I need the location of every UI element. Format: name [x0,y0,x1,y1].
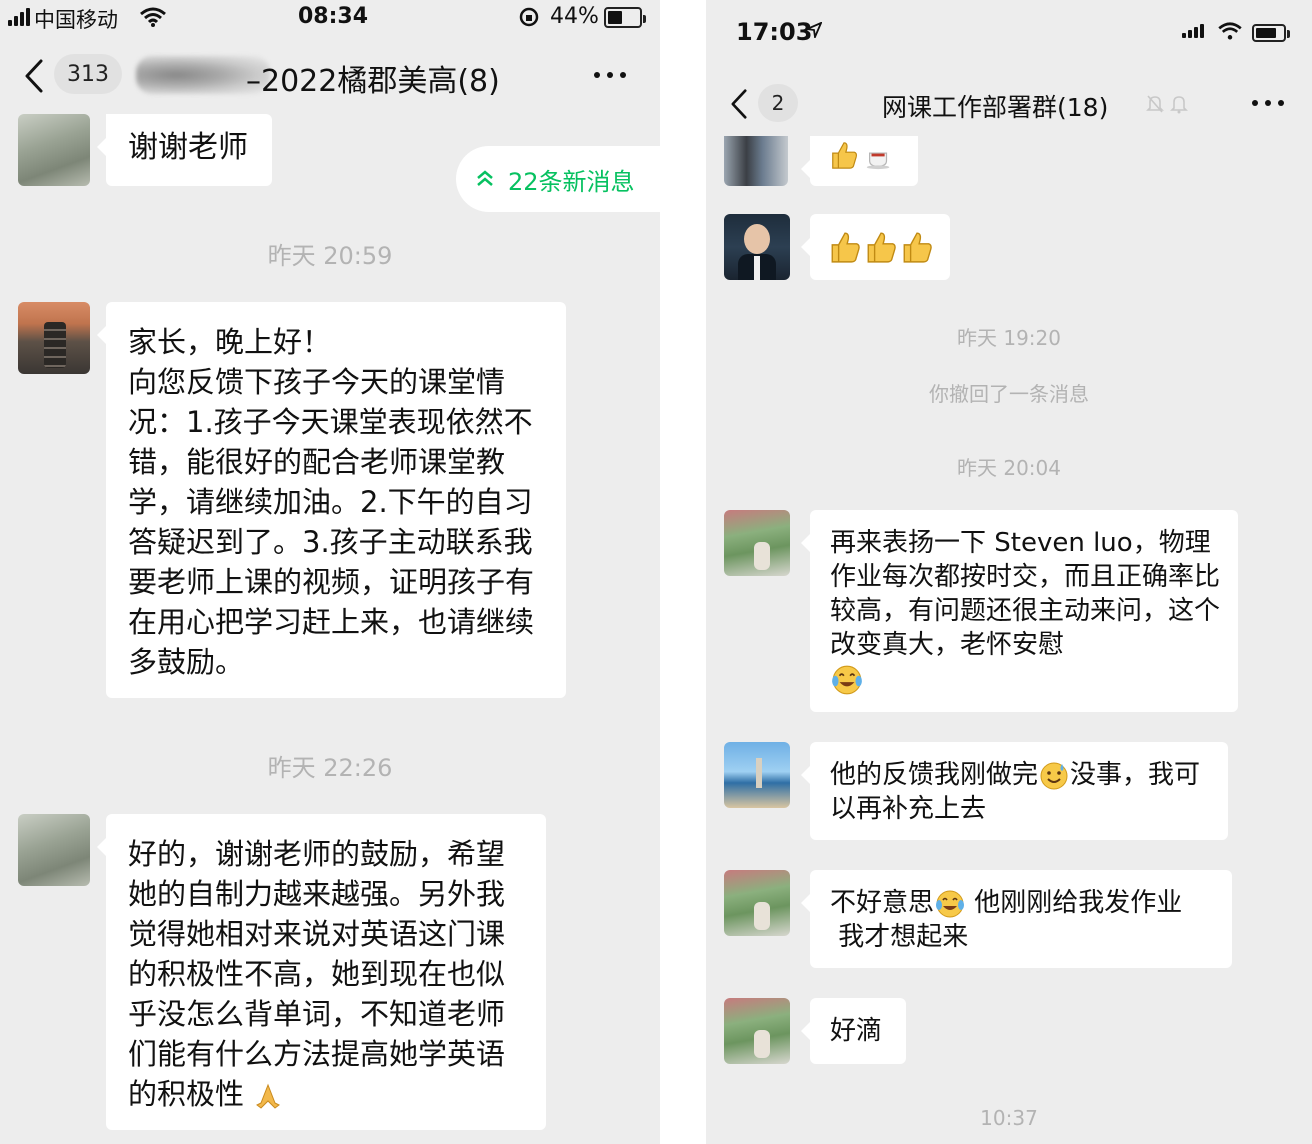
more-options-icon[interactable] [1252,100,1284,106]
message-text-part: 不好意思 [830,888,935,918]
system-message: 你撤回了一条消息 [929,382,1089,406]
double-chevron-up-icon [477,170,493,186]
thumbs-up-emoji [867,232,896,263]
location-arrow-icon [806,22,822,38]
message-text-part: 他的反馈我刚做完 [830,760,1039,790]
battery-icon [604,7,646,28]
avatar[interactable] [18,114,90,186]
folded-hands-emoji [256,1083,281,1109]
muted-bell-icon [1146,95,1164,113]
status-bar: 17:03 [706,0,1312,60]
chat-title: 网课工作部署群(18) [882,93,1109,122]
thumbs-up-emoji [832,142,858,169]
avatar[interactable] [724,998,790,1064]
signal-icon [8,8,30,26]
avatar[interactable] [724,510,790,576]
chat-header: 2 网课工作部署群(18) [706,70,1312,136]
timestamp: 昨天 20:04 [957,456,1061,480]
message-text: 家长，晚上好！ 向您反馈下孩子今天的课堂情况：1.孩子今天课堂表现依然不错，能很… [128,325,535,679]
left-chat-screen: 中国移动 08:34 44% 313 –2022橘郡美高(8) 谢谢老师 22条… [0,0,660,1144]
tears-of-joy-emoji [936,890,965,917]
message-text-body: 再来表扬一下 Steven luo，物理作业每次都按时交，而且正确率比较高，有问… [830,528,1221,660]
back-chevron-icon[interactable] [730,88,748,120]
message-text: 谢谢老师 [128,130,248,165]
muted-notification-icon [1170,96,1188,114]
battery-percent: 44% [550,4,599,29]
avatar[interactable] [18,814,90,886]
avatar[interactable] [18,302,90,374]
message-text: 好滴 [830,1016,883,1046]
message-bubble: 谢谢老师 [97,114,272,186]
message-bubble: 家长，晚上好！ 向您反馈下孩子今天的课堂情况：1.孩子今天课堂表现依然不错，能很… [97,302,566,698]
rotation-lock-icon [519,7,539,27]
timestamp: 昨天 19:20 [957,326,1061,350]
chat-title: –2022橘郡美高(8) [246,64,500,99]
tears-of-joy-emoji [832,665,862,694]
wifi-icon [1218,22,1242,40]
emoji-message-bubble [801,214,950,280]
sweat-smile-emoji [1040,762,1068,789]
avatar[interactable] [724,742,790,808]
message-text: 好的，谢谢老师的鼓励，希望她的自制力越来越强。另外我觉得她相对来说对英语这门课的… [128,834,532,1114]
wifi-icon [140,7,166,27]
timestamp: 昨天 22:26 [267,754,393,782]
message-bubble: 好滴 [801,998,906,1064]
status-bar: 中国移动 08:34 44% [0,0,660,42]
message-text-body: 好的，谢谢老师的鼓励，希望她的自制力越来越强。另外我觉得她相对来说对英语这门课的… [128,837,506,1111]
right-chat-screen: 17:03 2 网课工作部署群(18) 昨天 19:20 你撤回了一条消息 昨天… [706,0,1312,1144]
unread-count-badge[interactable]: 313 [54,54,122,94]
message-text: 不好意思 他刚刚给我发作业 我才想起来 [830,886,1220,954]
more-options-icon[interactable] [594,72,626,78]
unread-count-badge[interactable]: 2 [758,84,798,122]
new-messages-pill[interactable]: 22条新消息 [456,146,660,212]
message-bubble: 好的，谢谢老师的鼓励，希望她的自制力越来越强。另外我觉得她相对来说对英语这门课的… [97,814,546,1130]
signal-icon [1182,24,1204,38]
timestamp: 10:37 [980,1106,1038,1130]
new-messages-label: 22条新消息 [508,167,635,196]
message-bubble: 他的反馈我刚做完 没事，我可以再补充上去 [801,742,1228,840]
emoji-message-bubble [801,136,918,186]
chat-header: 313 –2022橘郡美高(8) [0,42,660,114]
status-time: 08:34 [298,4,369,29]
avatar[interactable] [724,870,790,936]
thumbs-up-emoji [831,232,860,263]
avatar[interactable] [724,214,790,280]
carrier-name: 中国移动 [34,8,118,32]
back-chevron-icon[interactable] [24,58,44,94]
coffee-emoji [866,152,890,170]
thumbs-up-emoji [903,232,932,263]
timestamp: 昨天 20:59 [267,242,393,270]
message-bubble: 不好意思 他刚刚给我发作业 我才想起来 [801,870,1232,968]
message-text: 再来表扬一下 Steven luo，物理作业每次都按时交，而且正确率比较高，有问… [830,526,1222,697]
battery-icon [1252,24,1290,42]
avatar[interactable] [724,136,788,186]
status-time: 17:03 [736,18,813,46]
message-bubble: 再来表扬一下 Steven luo，物理作业每次都按时交，而且正确率比较高，有问… [801,510,1238,712]
message-text: 他的反馈我刚做完 没事，我可以再补充上去 [830,758,1214,826]
